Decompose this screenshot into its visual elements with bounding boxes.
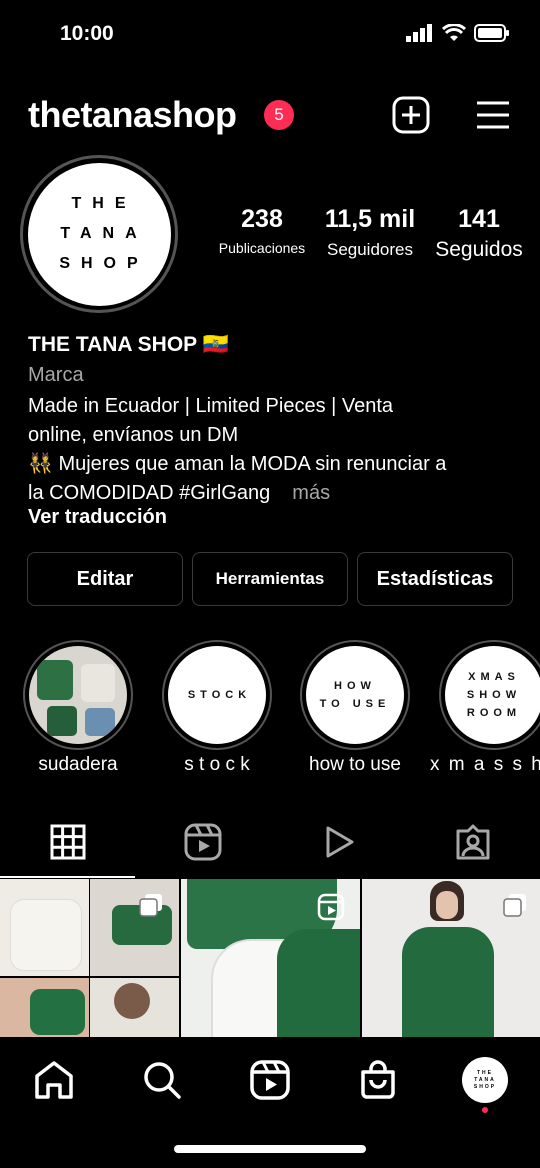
avatar-line: TANA <box>60 225 148 242</box>
tab-tagged-icon[interactable] <box>453 822 493 862</box>
highlight-label: s t o c k <box>184 754 250 775</box>
post-thumbnail[interactable] <box>181 879 360 1037</box>
home-indicator[interactable] <box>174 1145 366 1153</box>
highlight-how-to-use[interactable]: HOW TO USE <box>300 640 410 750</box>
carousel-icon <box>139 894 162 917</box>
stat-label: Seguidos <box>435 238 523 261</box>
bio-line: online, envíanos un DM <box>28 424 239 446</box>
bio-line: 👯 Mujeres que aman la MODA sin renunciar… <box>28 453 447 475</box>
status-icons <box>406 24 510 42</box>
bio-line: la COMODIDAD #GirlGang <box>28 482 271 504</box>
highlight-cover-text: XMAS SHOW ROOM <box>445 646 540 744</box>
reels-icon[interactable] <box>248 1058 292 1102</box>
highlight-label: how to use <box>309 754 401 775</box>
post-thumbnail[interactable] <box>362 879 540 1037</box>
bio-line: Made in Ecuador | Limited Pieces | Venta <box>28 395 394 417</box>
highlight-label: x m a s s h <box>430 754 540 775</box>
stat-value: 141 <box>458 205 500 233</box>
stat-label: Publicaciones <box>218 240 306 256</box>
highlight-xmas-showroom[interactable]: XMAS SHOW ROOM <box>439 640 540 750</box>
highlight-sudadera[interactable] <box>23 640 133 750</box>
avatar-line: TANA <box>474 1076 496 1083</box>
stat-followers[interactable]: 11,5 mil Seguidores <box>318 205 422 260</box>
tab-grid-icon[interactable] <box>48 822 88 862</box>
stat-value: 11,5 mil <box>324 205 416 233</box>
profile-avatar[interactable]: THE TANA SHOP <box>20 155 178 313</box>
search-icon[interactable] <box>140 1058 184 1102</box>
highlight-photo-cover <box>29 646 127 744</box>
avatar-line: THE <box>71 195 137 212</box>
profile-display-name: THE TANA SHOP 🇪🇨 <box>28 333 229 356</box>
stat-posts[interactable]: 238 Publicaciones <box>212 205 312 256</box>
see-translation-link[interactable]: Ver traducción <box>28 506 167 529</box>
highlight-stock[interactable]: STOCK <box>162 640 272 750</box>
status-time: 10:00 <box>60 22 114 45</box>
active-tab-indicator <box>0 876 135 878</box>
signal-icon <box>406 24 432 42</box>
wifi-icon <box>442 24 466 41</box>
tab-video-icon[interactable] <box>318 822 358 862</box>
avatar-line: SHOP <box>473 1083 497 1090</box>
profile-username[interactable]: thetanashop <box>28 94 237 136</box>
highlight-cover-text: STOCK <box>168 646 266 744</box>
carousel-icon <box>503 894 526 917</box>
avatar-line: SHOP <box>59 255 149 272</box>
activity-dot <box>482 1107 488 1113</box>
tools-button[interactable]: Herramientas <box>192 552 348 606</box>
battery-icon <box>474 24 509 42</box>
profile-tab-avatar[interactable]: THE TANA SHOP <box>462 1057 508 1103</box>
stat-value: 238 <box>241 205 283 233</box>
stat-following[interactable]: 141 Seguidos <box>428 205 530 262</box>
post-thumbnail[interactable] <box>0 879 179 1037</box>
highlight-label: sudadera <box>38 754 118 775</box>
notification-badge[interactable]: 5 <box>264 100 294 130</box>
bio-more-link[interactable]: más <box>292 482 330 504</box>
bio-line-last: la COMODIDAD #GirlGang más <box>28 479 518 508</box>
menu-icon[interactable] <box>474 96 512 134</box>
edit-profile-button[interactable]: Editar <box>27 552 183 606</box>
tab-reels-icon[interactable] <box>183 822 223 862</box>
profile-category: Marca <box>28 364 84 386</box>
avatar-logo: THE TANA SHOP <box>27 162 171 306</box>
profile-bio: Made in Ecuador | Limited Pieces | Venta… <box>28 392 518 508</box>
home-icon[interactable] <box>32 1058 76 1102</box>
create-post-icon[interactable] <box>392 96 430 134</box>
insights-button[interactable]: Estadísticas <box>357 552 513 606</box>
reel-icon <box>317 893 345 921</box>
shop-icon[interactable] <box>356 1058 400 1102</box>
avatar-line: THE <box>477 1069 493 1076</box>
stat-label: Seguidores <box>326 240 413 259</box>
highlight-cover-text: HOW TO USE <box>306 646 404 744</box>
